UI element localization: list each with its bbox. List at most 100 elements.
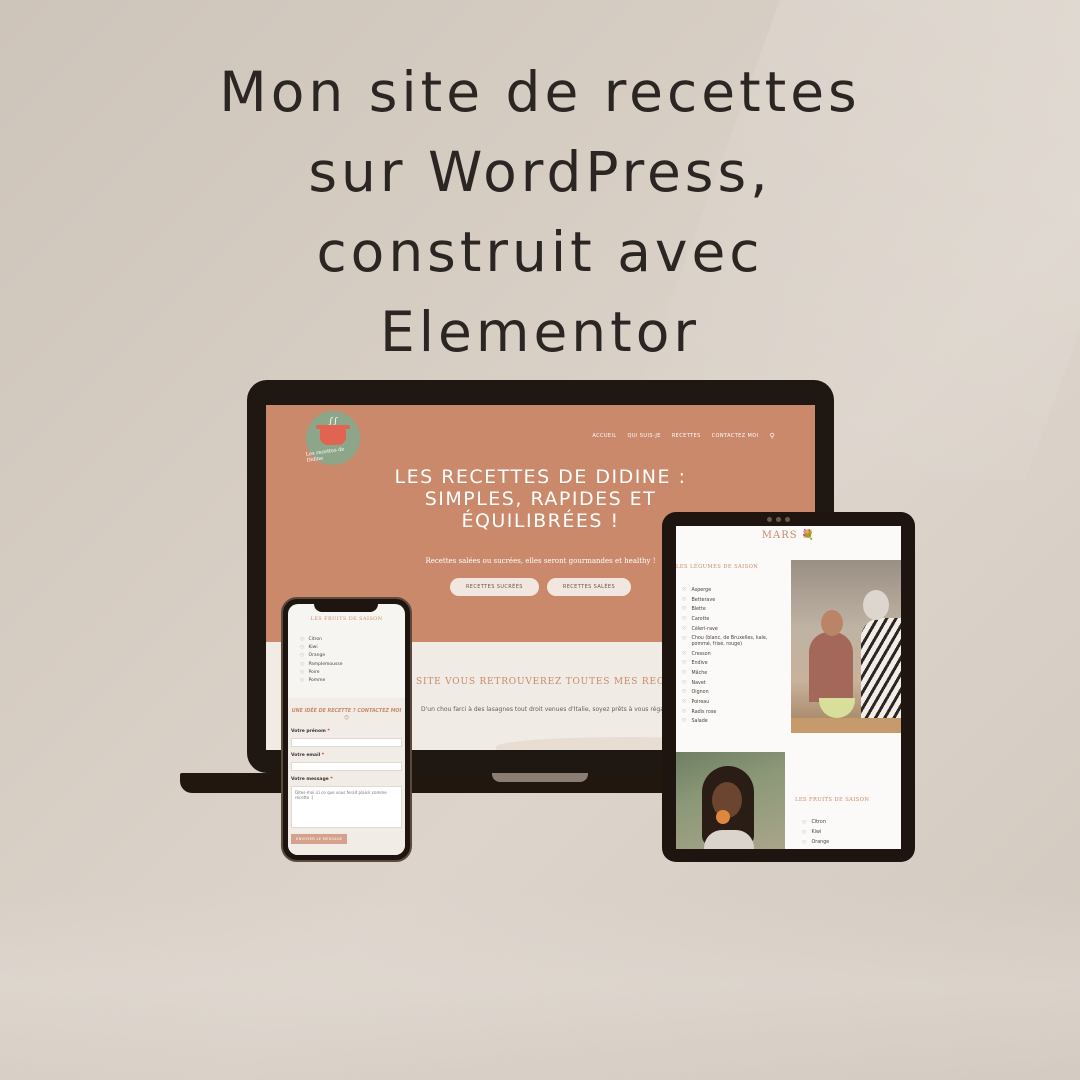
nav-item-recettes[interactable]: RECETTES bbox=[672, 433, 701, 439]
photo-person-head bbox=[863, 590, 889, 620]
heart-icon: ♡ bbox=[682, 587, 687, 593]
heart-icon: ♡ bbox=[682, 616, 687, 623]
cooking-photo bbox=[791, 560, 901, 733]
heart-icon: ♡ bbox=[682, 718, 687, 725]
headline-line-1: Mon site de recettes bbox=[219, 60, 861, 124]
list-item-label: Chou (blanc, de Bruxelles, kale, pommé, … bbox=[691, 635, 768, 647]
list-item: ♡ Poire bbox=[300, 669, 342, 677]
site-logo[interactable]: ∫∫ Les recettes de Didine bbox=[305, 411, 360, 465]
list-item: ♡ Carotte bbox=[682, 615, 788, 625]
nav-item-contact[interactable]: CONTACTEZ MOI bbox=[712, 433, 759, 439]
heart-icon: ♡ bbox=[682, 699, 687, 706]
intro-section-text: D'un chou farci à des lasagnes tout droi… bbox=[421, 706, 676, 713]
fruit-photo bbox=[676, 752, 785, 849]
required-mark: * bbox=[327, 729, 330, 734]
heart-icon: ♡ bbox=[300, 653, 305, 660]
nav-item-accueil[interactable]: ACCUEIL bbox=[592, 433, 616, 439]
list-item-label: Poire bbox=[308, 669, 320, 675]
list-item: ♡ Citron bbox=[300, 636, 342, 644]
list-item-label: Mâche bbox=[691, 670, 708, 676]
list-item: ♡ Pamplemousse bbox=[300, 661, 342, 669]
hero-title-line-1: LES RECETTES DE DIDINE : bbox=[394, 466, 687, 488]
list-item-label: Pamplemousse bbox=[308, 661, 343, 667]
list-item: ♡ Salade bbox=[682, 717, 788, 727]
list-item-label: Asperge bbox=[691, 588, 712, 593]
list-item: ♡ Orange bbox=[802, 838, 829, 848]
contact-form: UNE IDÉE DE RECETTE ? CONTACTEZ MOI 😊 Vo… bbox=[288, 698, 405, 855]
fruits-list: ♡ Citron ♡ Kiwi ♡ Orange bbox=[802, 818, 829, 848]
list-item-label: Cresson bbox=[691, 651, 711, 657]
headline-line-3: construit avec bbox=[316, 220, 764, 284]
list-item: ♡ Chou (blanc, de Bruxelles, kale, pommé,… bbox=[682, 636, 788, 648]
month-title: MARS 💐 bbox=[761, 530, 816, 541]
first-name-field[interactable] bbox=[291, 738, 402, 747]
phone-notch bbox=[314, 602, 378, 612]
heart-icon: ♡ bbox=[802, 830, 807, 836]
fruits-list: ♡ Citron ♡ Kiwi ♡ Orange ♡ Pamplemousse ♡ Poi… bbox=[300, 636, 342, 685]
required-mark: * bbox=[321, 753, 325, 758]
heart-icon: ♡ bbox=[300, 678, 305, 685]
label-text: Votre prénom bbox=[291, 729, 326, 734]
nav-item-qui-suis-je[interactable]: QUI SUIS-JE bbox=[628, 433, 661, 439]
list-item: ♡ Endive bbox=[682, 659, 788, 669]
list-item-label: Carotte bbox=[691, 617, 710, 623]
heart-icon: ♡ bbox=[300, 661, 305, 668]
heart-icon: ♡ bbox=[682, 650, 687, 657]
label-text: Votre email bbox=[291, 753, 321, 758]
submit-button[interactable]: ENVOYER LE MESSAGE bbox=[291, 834, 348, 844]
contact-title: UNE IDÉE DE RECETTE ? CONTACTEZ MOI 😊 bbox=[291, 709, 402, 721]
heart-icon: ♡ bbox=[682, 625, 687, 632]
laptop-notch bbox=[492, 773, 588, 782]
photo-person bbox=[809, 632, 853, 702]
tablet-camera bbox=[785, 517, 790, 522]
message-placeholder: Dites-moi ici ce que vous ferait plaisir… bbox=[295, 790, 387, 800]
first-name-label: Votre prénom * bbox=[291, 729, 330, 734]
list-item: ♡ Céleri-rave bbox=[682, 625, 788, 635]
heart-icon: ♡ bbox=[682, 708, 687, 715]
heart-icon: ♡ bbox=[682, 635, 687, 642]
savory-recipes-button[interactable]: RECETTES SALÉES bbox=[546, 578, 632, 596]
search-icon[interactable]: ⚲ bbox=[769, 432, 775, 440]
fruits-title: LES FRUITS DE SAISON bbox=[310, 616, 383, 622]
list-item-label: Orange bbox=[811, 840, 830, 845]
list-item-label: Blette bbox=[691, 607, 706, 613]
list-item: ♡ Pomme bbox=[300, 677, 342, 685]
heart-icon: ♡ bbox=[802, 840, 807, 846]
photo-person bbox=[704, 830, 754, 849]
list-item-label: Citron bbox=[811, 820, 826, 825]
heart-icon: ♡ bbox=[682, 606, 687, 613]
list-item-label: Betterave bbox=[691, 597, 716, 603]
list-item-label: Oignon bbox=[691, 690, 709, 696]
heart-icon: ♡ bbox=[682, 669, 687, 676]
list-item-label: Kiwi bbox=[811, 830, 822, 835]
message-field[interactable]: Dites-moi ici ce que vous ferait plaisir… bbox=[291, 786, 402, 828]
list-item-label: Navet bbox=[691, 680, 706, 686]
headline: Mon site de recettes sur WordPress, cons… bbox=[90, 52, 990, 372]
message-label: Votre message * bbox=[291, 777, 333, 782]
list-item: ♡ Mâche bbox=[682, 669, 788, 679]
list-item: ♡ Citron bbox=[802, 818, 829, 828]
list-item: ♡ Cresson bbox=[682, 650, 788, 660]
sweet-recipes-button[interactable]: RECETTES SUCRÉES bbox=[449, 578, 539, 596]
email-field[interactable] bbox=[291, 762, 402, 771]
tablet-camera bbox=[776, 517, 781, 522]
email-label: Votre email * bbox=[291, 753, 324, 758]
list-item: ♡ Orange bbox=[300, 652, 342, 660]
floor-shade bbox=[0, 890, 1080, 1080]
list-item-label: Orange bbox=[308, 653, 326, 659]
required-mark: * bbox=[330, 777, 333, 782]
fruits-title: LES FRUITS DE SAISON bbox=[795, 797, 870, 803]
list-item: ♡ Navet bbox=[682, 679, 788, 689]
heart-icon: ♡ bbox=[300, 637, 305, 643]
list-item: ♡ Asperge bbox=[682, 586, 788, 596]
list-item: ♡ Blette bbox=[682, 605, 788, 615]
photo-salad-bowl bbox=[819, 698, 855, 718]
heart-icon: ♡ bbox=[300, 645, 305, 652]
main-nav: ACCUEIL QUI SUIS-JE RECETTES CONTACTEZ M… bbox=[592, 432, 775, 440]
heart-icon: ♡ bbox=[300, 669, 305, 676]
phone-screen: LES FRUITS DE SAISON ♡ Citron ♡ Kiwi ♡ Oran… bbox=[288, 604, 405, 855]
list-item-label: Poireau bbox=[691, 700, 710, 706]
list-item: ♡ Kiwi bbox=[300, 644, 342, 652]
tablet-camera bbox=[767, 517, 772, 522]
list-item-label: Radis rose bbox=[691, 709, 717, 715]
